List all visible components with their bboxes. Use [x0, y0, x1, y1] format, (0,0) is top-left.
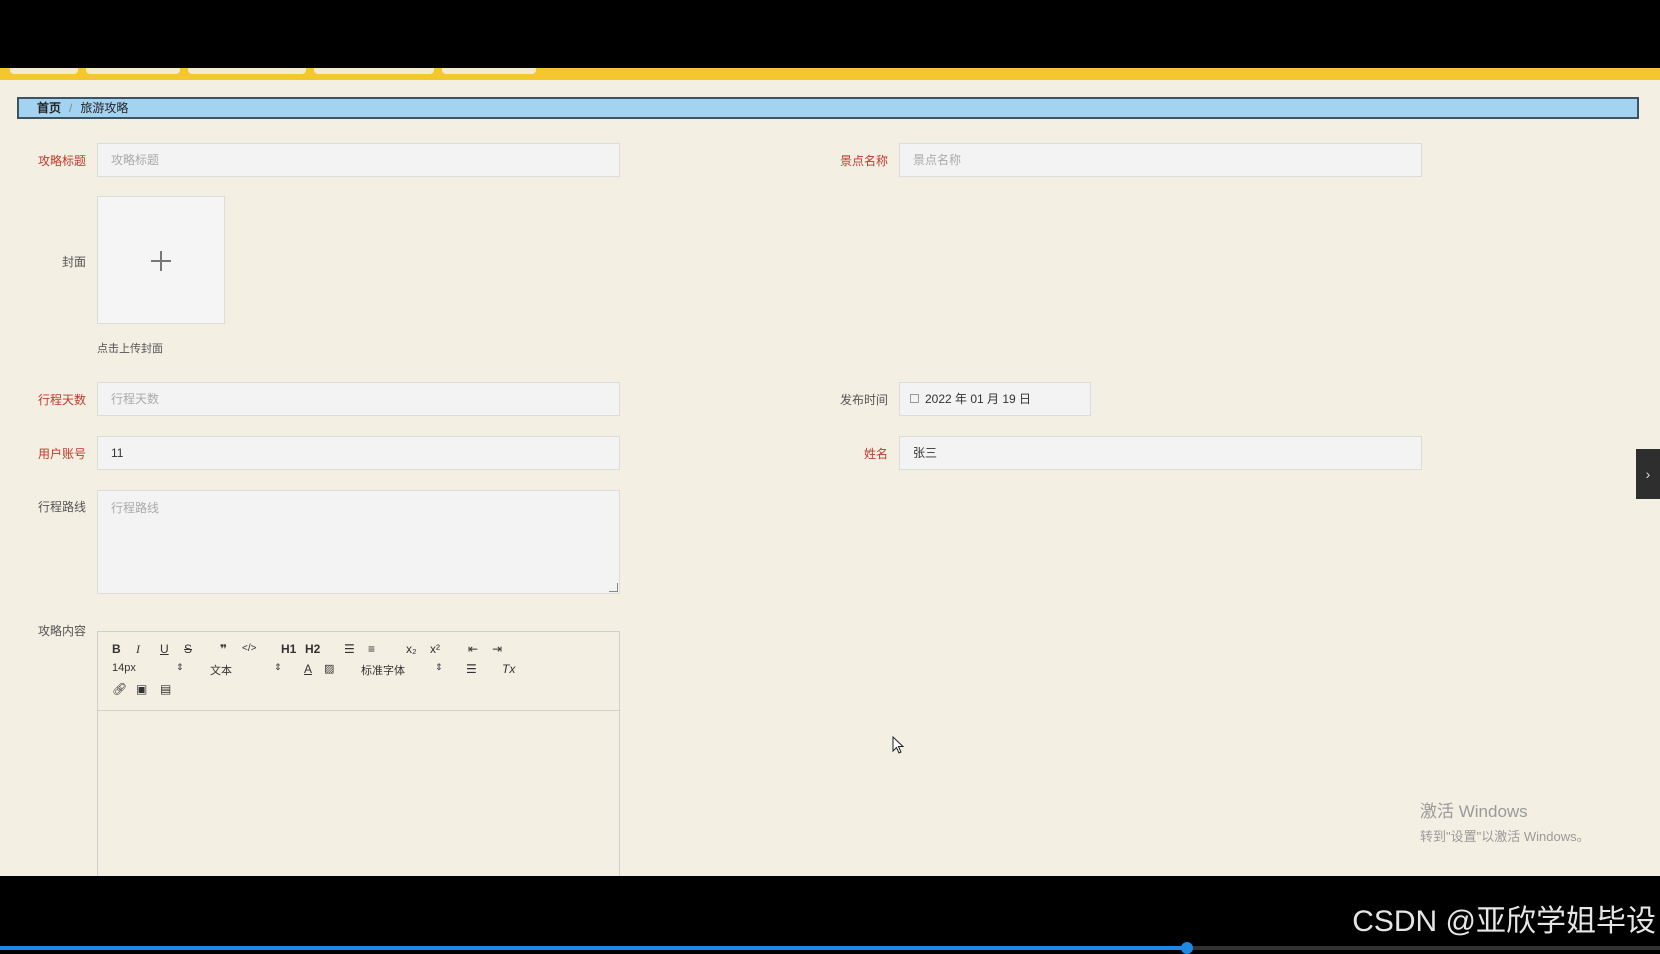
name-label: 姓名: [863, 447, 888, 461]
font-family-value: 标准字体: [361, 665, 405, 677]
video-progress-knob[interactable]: [1180, 942, 1193, 954]
font-color-button[interactable]: A: [304, 662, 312, 676]
highlight-icon[interactable]: ▨: [324, 662, 334, 676]
route-placeholder: 行程路线: [111, 501, 160, 515]
heading2-button[interactable]: H2: [305, 642, 320, 656]
windows-activation-watermark: 激活 Windows 转到"设置"以激活 Windows。: [1420, 797, 1590, 845]
route-textarea[interactable]: 行程路线: [97, 490, 620, 594]
publish-time-value: 2022 年 01 月 19 日: [925, 392, 1032, 406]
code-icon[interactable]: </>: [242, 642, 256, 656]
bullet-list-icon[interactable]: ≡: [368, 642, 375, 656]
mouse-cursor-icon: [892, 736, 905, 754]
scenic-input[interactable]: 景点名称: [899, 143, 1422, 177]
strike-button[interactable]: S: [184, 642, 192, 656]
block-type-value: 文本: [210, 665, 232, 677]
breadcrumb-separator: /: [69, 101, 73, 115]
cover-upload-button[interactable]: [97, 196, 225, 324]
link-icon[interactable]: 🔗︎: [112, 682, 127, 696]
align-icon[interactable]: ☰: [466, 662, 477, 676]
image-icon[interactable]: ▣: [136, 682, 147, 696]
font-size-select[interactable]: 14px ⇕: [112, 662, 184, 674]
nav-tab[interactable]: [188, 68, 306, 74]
breadcrumb: 首页 / 旅游攻略: [17, 97, 1639, 119]
video-bottom-letterbox: CSDN @亚欣学姐毕设: [0, 876, 1660, 954]
route-label: 行程路线: [37, 500, 86, 514]
indent-icon[interactable]: ⇥: [492, 642, 502, 656]
breadcrumb-home[interactable]: 首页: [37, 101, 61, 115]
subscript-button[interactable]: x₂: [406, 642, 417, 656]
clear-format-button[interactable]: Tx: [502, 662, 515, 676]
calendar-icon: [910, 394, 919, 404]
superscript-button[interactable]: x²: [430, 642, 440, 656]
select-arrows-icon: ⇕: [176, 662, 184, 672]
bold-button[interactable]: B: [112, 642, 121, 656]
scenic-label: 景点名称: [839, 154, 888, 168]
plus-icon-stroke: [160, 251, 162, 271]
nav-tab[interactable]: [86, 68, 180, 74]
account-label: 用户账号: [37, 447, 86, 461]
cover-upload-hint: 点击上传封面: [97, 343, 163, 355]
editor-toolbar: B I U S ❞ </> H1 H2 ☰ ≡ x₂ x² ⇤ ⇥ 14px ⇕…: [98, 632, 619, 711]
resize-handle[interactable]: [609, 583, 618, 592]
ordered-list-icon[interactable]: ☰: [344, 642, 355, 656]
days-input[interactable]: 行程天数: [97, 382, 620, 416]
select-arrows-icon: ⇕: [435, 662, 443, 672]
days-label: 行程天数: [37, 393, 86, 407]
breadcrumb-current: 旅游攻略: [80, 101, 129, 115]
publish-time-picker[interactable]: 2022 年 01 月 19 日: [899, 382, 1091, 416]
select-arrows-icon: ⇕: [274, 662, 282, 672]
account-input[interactable]: 11: [97, 436, 620, 470]
heading1-button[interactable]: H1: [281, 642, 296, 656]
video-icon[interactable]: ▤: [160, 682, 171, 696]
underline-button[interactable]: U: [160, 642, 169, 656]
italic-button[interactable]: I: [136, 642, 140, 656]
editor-content-area[interactable]: [98, 711, 619, 876]
block-type-select[interactable]: 文本 ⇕: [210, 662, 282, 678]
video-top-letterbox: [0, 0, 1660, 72]
watermark-line2: 转到"设置"以激活 Windows。: [1420, 829, 1590, 844]
video-progress-fill: [0, 946, 1187, 950]
title-input[interactable]: 攻略标题: [97, 143, 620, 177]
font-size-value: 14px: [112, 662, 136, 674]
content-label: 攻略内容: [37, 624, 86, 638]
cover-label: 封面: [61, 255, 86, 269]
blockquote-icon[interactable]: ❞: [220, 642, 227, 656]
name-input[interactable]: 张三: [899, 436, 1422, 470]
outdent-icon[interactable]: ⇤: [468, 642, 478, 656]
font-family-select[interactable]: 标准字体 ⇕: [361, 662, 443, 678]
watermark-line1: 激活 Windows: [1420, 802, 1528, 821]
content-page: 首页 / 旅游攻略 攻略标题 攻略标题 景点名称 景点名称 封面 点击上传封面 行程…: [0, 80, 1660, 876]
title-label: 攻略标题: [37, 154, 86, 168]
sidebar-toggle-button[interactable]: ›: [1636, 449, 1660, 499]
publish-time-label: 发布时间: [839, 393, 888, 407]
nav-tab[interactable]: [314, 68, 434, 74]
nav-tab[interactable]: [442, 68, 536, 74]
csdn-overlay-text: CSDN @亚欣学姐毕设: [1352, 905, 1656, 938]
rich-text-editor: B I U S ❞ </> H1 H2 ☰ ≡ x₂ x² ⇤ ⇥ 14px ⇕…: [97, 631, 620, 876]
nav-tab[interactable]: [10, 68, 78, 74]
video-progress-bar[interactable]: [0, 942, 1660, 954]
